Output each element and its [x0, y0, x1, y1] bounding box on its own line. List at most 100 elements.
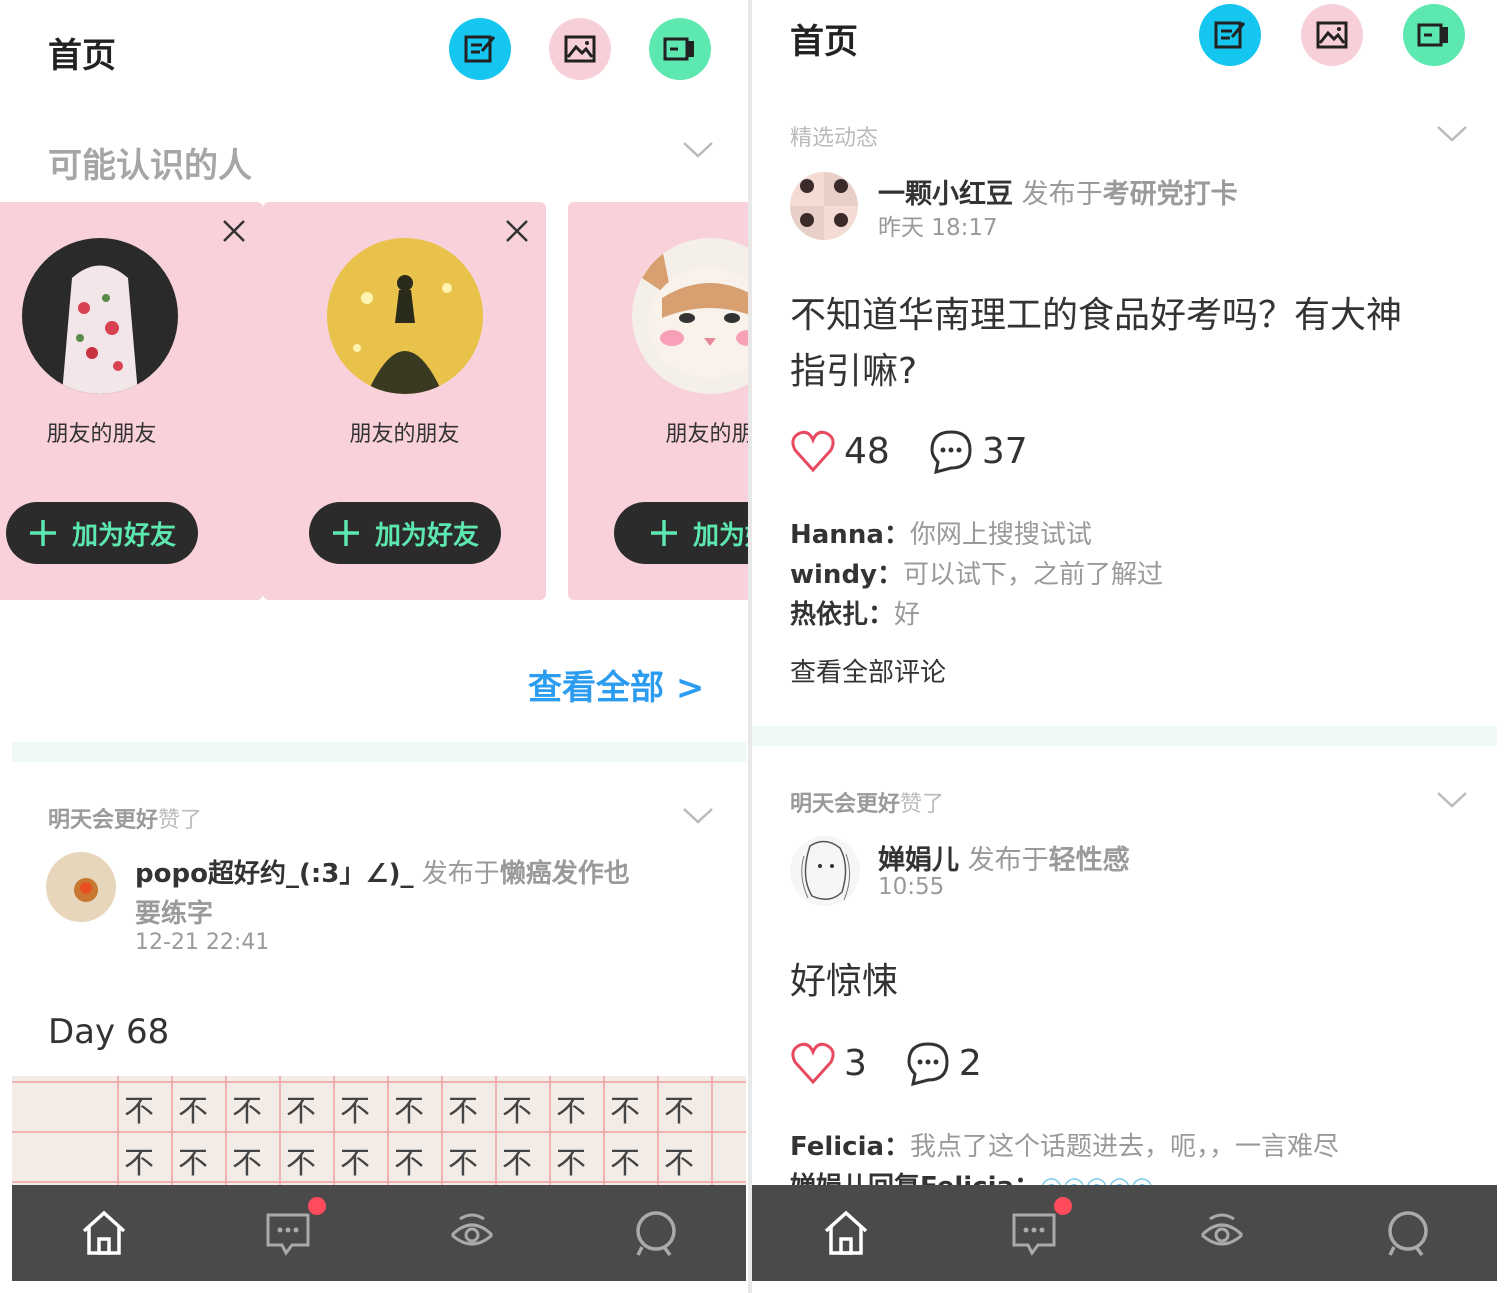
comment-icon[interactable] — [905, 1040, 951, 1086]
tab-search[interactable] — [630, 1207, 682, 1259]
close-icon[interactable] — [221, 218, 247, 244]
tab-home[interactable] — [78, 1207, 130, 1259]
suggested-person-card[interactable]: 朋友的朋 加为好 — [568, 202, 748, 600]
post-author-line: popo超好约_(:3」∠)_ 发布于懒癌发作也 要练字 — [135, 854, 655, 934]
search-icon — [1388, 1211, 1428, 1257]
avatar[interactable] — [790, 836, 860, 906]
author-name[interactable]: 一颗小红豆 — [878, 179, 1013, 210]
tab-explore[interactable] — [446, 1207, 498, 1259]
avatar[interactable] — [22, 238, 178, 394]
add-friend-button[interactable]: 加为好友 — [6, 502, 198, 564]
comment-item[interactable]: windy：可以试下，之前了解过 — [790, 554, 1163, 591]
suggested-person-card[interactable]: 朋友的朋友 加为好友 — [0, 202, 263, 600]
comment-item[interactable]: Felicia：我点了这个话题进去，呃，，一言难尽 — [790, 1126, 1339, 1163]
comment-count: 2 — [958, 1042, 982, 1084]
suggested-person-card[interactable]: 朋友的朋友 加为好友 — [263, 202, 546, 600]
plus-icon — [650, 520, 677, 546]
avatar[interactable] — [327, 238, 483, 394]
add-friend-button[interactable]: 加为好友 — [309, 502, 501, 564]
page-title: 首页 — [48, 36, 116, 76]
post-content-line: 不知道华南理工的食品好考吗？有大神 — [790, 295, 1403, 336]
liked-suffix: 赞了 — [900, 792, 945, 817]
message-icon — [1012, 1213, 1056, 1256]
left-phone-screen: 首页 可能认识的人 朋友的朋友 加为好友 朋友的朋友 加为好友 朋友的朋 加为 … — [0, 0, 748, 1293]
explore-eye-icon — [1200, 1213, 1244, 1246]
chevron-down-icon[interactable] — [1436, 124, 1468, 148]
liked-suffix: 赞了 — [158, 808, 203, 833]
edit-icon — [464, 35, 496, 63]
reaction-row: 3 2 — [790, 1040, 982, 1086]
chevron-down-icon[interactable] — [682, 806, 714, 830]
published-prefix: 发布于 — [1021, 179, 1103, 210]
post-video-button[interactable] — [1403, 4, 1465, 66]
topic-name-cont[interactable]: 要练字 — [135, 899, 213, 929]
comment-count: 37 — [981, 430, 1028, 472]
reaction-row: 48 37 — [790, 428, 1028, 474]
home-icon — [82, 1210, 126, 1255]
heart-icon[interactable] — [790, 1040, 836, 1086]
right-phone-screen: 首页 精选动态 一颗小红豆 发布于考研党打卡 昨天 18:17 不知道华南理工的… — [752, 0, 1509, 1293]
author-name[interactable]: 婵娟儿 — [878, 845, 959, 876]
post-image-button[interactable] — [1301, 4, 1363, 66]
bottom-tab-bar — [752, 1185, 1497, 1281]
relation-label: 朋友的朋 — [665, 422, 748, 447]
practice-row: 不不不不不不不不不不不 — [124, 1146, 694, 1181]
chevron-down-icon[interactable] — [682, 140, 714, 164]
avatar[interactable] — [632, 238, 748, 394]
home-icon — [824, 1210, 868, 1255]
search-icon — [636, 1211, 676, 1257]
write-post-button[interactable] — [449, 18, 511, 80]
post-time: 12-21 22:41 — [135, 930, 270, 955]
notification-badge — [306, 1195, 328, 1217]
post-author-line: 一颗小红豆 发布于考研党打卡 — [878, 172, 1238, 211]
avatar[interactable] — [790, 172, 858, 240]
image-icon — [564, 35, 596, 63]
plus-icon — [29, 520, 56, 546]
section-divider — [752, 726, 1497, 746]
relation-label: 朋友的朋友 — [349, 422, 460, 447]
view-all-comments-link[interactable]: 查看全部评论 — [790, 652, 946, 689]
video-icon — [1417, 23, 1448, 47]
post-video-button[interactable] — [649, 18, 711, 80]
comment-item[interactable]: Hanna：你网上搜搜试试 — [790, 514, 1092, 551]
post-time: 10:55 — [878, 874, 945, 900]
add-friend-label: 加为好友 — [71, 520, 176, 551]
liker-name[interactable]: 明天会更好 — [48, 808, 158, 833]
notification-badge — [1052, 1195, 1074, 1217]
add-friend-label: 加为好友 — [374, 520, 479, 551]
tab-messages[interactable] — [262, 1207, 314, 1259]
close-icon[interactable] — [504, 218, 530, 244]
comment-item[interactable]: 热依扎：好 — [790, 594, 920, 631]
add-friend-button[interactable]: 加为好 — [614, 502, 748, 564]
write-post-button[interactable] — [1199, 4, 1261, 66]
page-title: 首页 — [790, 22, 858, 62]
topic-name[interactable]: 轻性感 — [1049, 845, 1130, 876]
post-time: 昨天 18:17 — [878, 215, 998, 241]
liker-name[interactable]: 明天会更好 — [790, 792, 900, 817]
topic-name[interactable]: 懒癌发作也 — [500, 859, 630, 889]
post-image[interactable]: 不不不不不不不不不不不 不不不不不不不不不不不 — [12, 1076, 746, 1186]
topic-name[interactable]: 考研党打卡 — [1103, 179, 1238, 210]
avatar[interactable] — [46, 852, 116, 922]
tab-search[interactable] — [1382, 1207, 1434, 1259]
comment-icon[interactable] — [928, 428, 974, 474]
tab-home[interactable] — [820, 1207, 872, 1259]
section-divider — [12, 742, 746, 762]
message-icon — [266, 1213, 310, 1256]
published-prefix: 发布于 — [967, 845, 1049, 876]
author-name[interactable]: popo超好约_(:3」∠)_ — [135, 859, 414, 889]
tab-explore[interactable] — [1196, 1207, 1248, 1259]
edit-icon — [1214, 21, 1246, 49]
image-icon — [1316, 21, 1348, 49]
tab-messages[interactable] — [1008, 1207, 1060, 1259]
liked-by-line: 明天会更好赞了 — [48, 802, 202, 834]
post-content: Day 68 — [48, 1012, 170, 1052]
post-content: 好惊悚 — [790, 961, 899, 1002]
view-all-link[interactable]: 查看全部 > — [528, 660, 704, 709]
heart-icon[interactable] — [790, 428, 836, 474]
post-image-button[interactable] — [549, 18, 611, 80]
chevron-down-icon[interactable] — [1436, 790, 1468, 814]
video-icon — [663, 37, 694, 61]
add-friend-label: 加为好 — [692, 520, 748, 551]
featured-section-label: 精选动态 — [790, 126, 879, 151]
